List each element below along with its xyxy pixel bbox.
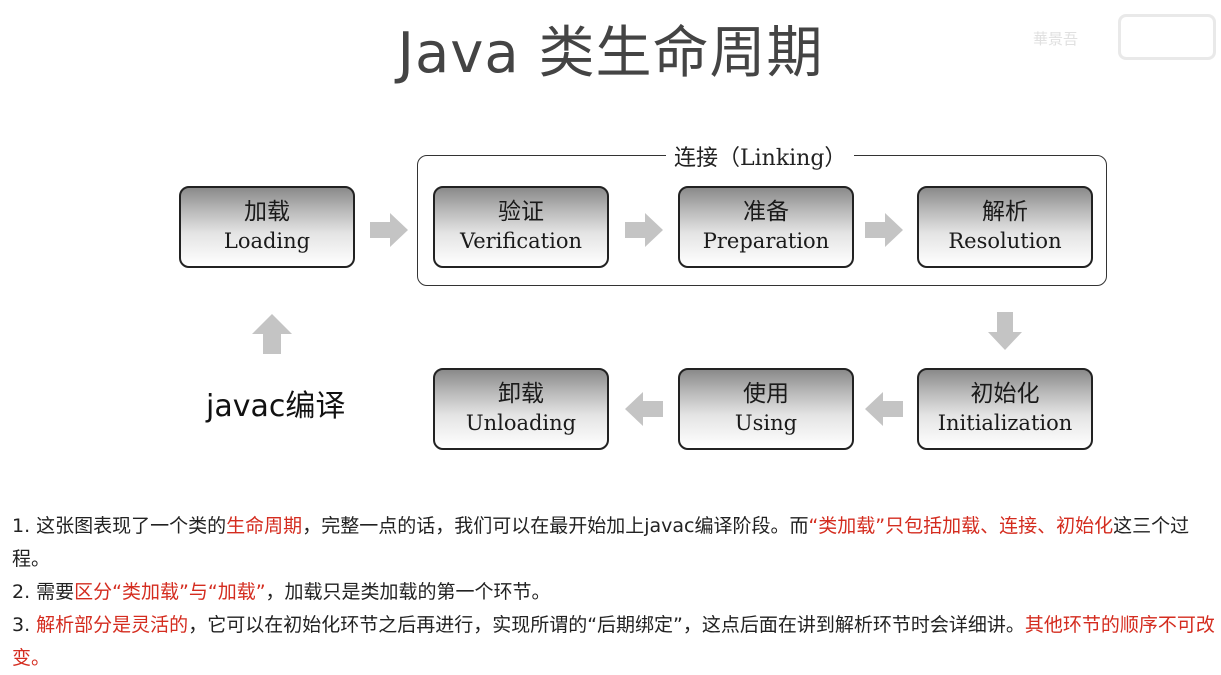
lifecycle-slide: Java 类生命周期 華景吾 连接（Linking） 加载 Loading 验证… xyxy=(0,0,1221,673)
stage-initialization-en: Initialization xyxy=(937,411,1073,435)
arrow-up-icon xyxy=(252,314,292,354)
stage-verification-cn: 验证 xyxy=(498,199,544,225)
note-2-text-a: 2. 需要 xyxy=(12,581,75,603)
note-3-text-b: ，它可以在初始化环节之后再进行，实现所谓的“后期绑定”，这点后面在讲到解析环节时… xyxy=(188,614,1025,636)
javac-compile-label: javac编译 xyxy=(206,389,346,424)
note-2-text-b: ，加载只是类加载的第一个环节。 xyxy=(265,581,551,603)
stage-box-verification: 验证 Verification xyxy=(433,186,609,268)
stage-verification-en: Verification xyxy=(459,229,583,253)
arrow-right-icon xyxy=(625,213,663,247)
note-3-text-a: 3. xyxy=(12,614,37,636)
stage-loading-en: Loading xyxy=(223,229,311,253)
arrow-left-icon xyxy=(625,392,663,426)
stage-preparation-en: Preparation xyxy=(702,229,830,253)
note-1-highlight-b: “类加载”只包括加载、连接、初始化 xyxy=(808,515,1114,537)
bilibili-logo-icon xyxy=(1118,14,1216,60)
stage-box-using: 使用 Using xyxy=(678,368,854,450)
stage-box-initialization: 初始化 Initialization xyxy=(917,368,1093,450)
stage-unloading-cn: 卸载 xyxy=(498,381,544,407)
note-1-text-a: 1. 这张图表现了一个类的 xyxy=(12,515,227,537)
arrow-down-icon xyxy=(988,312,1022,350)
note-3-highlight-a: 解析部分是灵活的 xyxy=(36,614,189,636)
note-1-text-b: ，完整一点的话，我们可以在最开始加上javac编译阶段。而 xyxy=(302,515,809,537)
stage-box-loading: 加载 Loading xyxy=(179,186,355,268)
stage-resolution-en: Resolution xyxy=(948,229,1062,253)
note-item: 2. 需要区分“类加载”与“加载”，加载只是类加载的第一个环节。 xyxy=(12,576,1220,609)
stage-box-unloading: 卸载 Unloading xyxy=(433,368,609,450)
arrow-right-icon xyxy=(370,213,408,247)
note-1-highlight-a: 生命周期 xyxy=(226,515,303,537)
stage-preparation-cn: 准备 xyxy=(743,199,789,225)
stage-box-resolution: 解析 Resolution xyxy=(917,186,1093,268)
note-item: 3. 解析部分是灵活的，它可以在初始化环节之后再进行，实现所谓的“后期绑定”，这… xyxy=(12,609,1220,675)
stage-resolution-cn: 解析 xyxy=(982,199,1028,225)
arrow-right-icon xyxy=(865,213,903,247)
note-item: 1. 这张图表现了一个类的生命周期，完整一点的话，我们可以在最开始加上javac… xyxy=(12,510,1220,576)
watermark-text: 華景吾 xyxy=(1033,30,1079,48)
note-2-highlight: 区分“类加载”与“加载” xyxy=(74,581,266,603)
linking-group-label: 连接（Linking） xyxy=(666,140,855,172)
stage-using-cn: 使用 xyxy=(743,381,789,407)
arrow-left-icon xyxy=(865,392,903,426)
stage-initialization-cn: 初始化 xyxy=(970,381,1040,407)
stage-box-preparation: 准备 Preparation xyxy=(678,186,854,268)
stage-loading-cn: 加载 xyxy=(244,199,290,225)
stage-unloading-en: Unloading xyxy=(465,411,577,435)
notes-section: 1. 这张图表现了一个类的生命周期，完整一点的话，我们可以在最开始加上javac… xyxy=(12,510,1220,675)
stage-using-en: Using xyxy=(734,411,798,435)
